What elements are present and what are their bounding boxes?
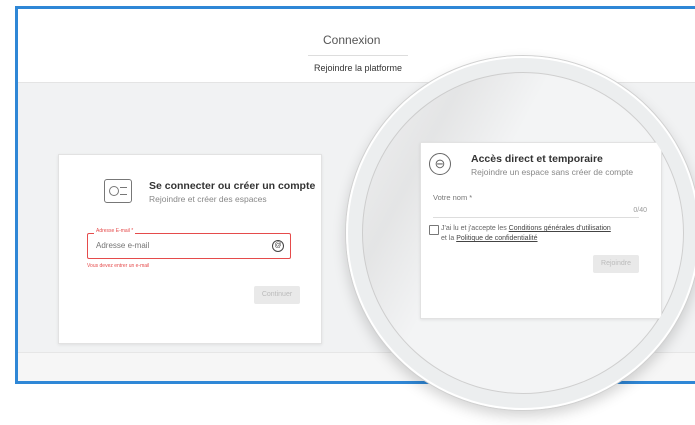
guest-access-card: ⊖ Accès direct et temporaire Rejoindre u… [420,142,662,319]
join-button[interactable]: Rejoindre [593,255,639,273]
globe-icon: ⊖ [429,153,451,175]
consent-checkbox[interactable] [429,225,439,235]
id-card-icon [104,179,132,203]
email-input[interactable] [94,240,268,251]
at-sign-icon: @ [272,240,284,252]
page-title: Connexion [323,33,381,47]
consent-text: J'ai lu et j'accepte les Conditions géné… [441,224,646,244]
email-error-message: Vous devez entrer un e-mail [87,263,150,269]
privacy-link[interactable]: Politique de confidentialité [456,235,537,242]
name-field-label: Votre nom * [433,193,473,202]
continue-button[interactable]: Continuer [254,286,300,304]
consent-middle: et la [441,235,455,242]
name-char-counter: 0/40 [633,207,647,214]
email-field-label: Adresse E-mail * [94,228,136,234]
name-input[interactable] [433,217,639,218]
login-card: Se connecter ou créer un compte Rejoindr… [58,154,322,344]
consent-prefix: J'ai lu et j'accepte les [441,225,507,232]
magnifier-lens: ⊖ Accès direct et temporaire Rejoindre u… [362,72,684,394]
guest-card-subtitle: Rejoindre un espace sans créer de compte [471,167,634,177]
email-field[interactable]: Adresse E-mail * @ [87,228,291,259]
login-card-title: Se connecter ou créer un compte [149,180,316,192]
login-card-subtitle: Rejoindre et créer des espaces [149,194,267,204]
terms-link[interactable]: Conditions générales d'utilisation [509,225,611,232]
guest-card-title: Accès direct et temporaire [471,153,603,165]
